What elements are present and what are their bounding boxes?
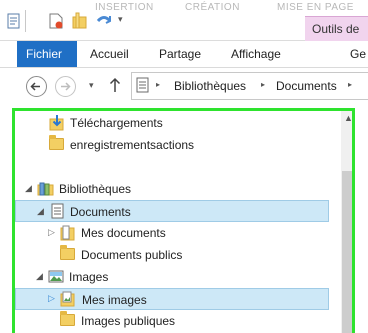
tree-item-label: Bibliothèques bbox=[59, 182, 132, 196]
tree-item-label: Documents bbox=[70, 205, 131, 219]
folder-icon bbox=[49, 135, 64, 150]
library-folder-icon bbox=[37, 181, 55, 202]
scroll-up-arrow-icon[interactable]: ▲ bbox=[344, 113, 352, 123]
tree-item-documents[interactable]: ◢ Documents bbox=[15, 200, 329, 222]
back-button[interactable] bbox=[26, 76, 47, 97]
breadcrumb-separator-icon[interactable]: ▸ bbox=[348, 80, 352, 89]
tab-affichage[interactable]: Affichage bbox=[231, 47, 281, 61]
undo-icon[interactable] bbox=[96, 12, 112, 30]
tree-item-label: Mes images bbox=[82, 293, 147, 307]
expand-arrow-icon[interactable]: ▷ bbox=[48, 293, 55, 304]
collapse-arrow-icon[interactable]: ◢ bbox=[36, 271, 43, 282]
breadcrumb-separator-icon[interactable]: ▸ bbox=[156, 80, 160, 89]
scrollbar-thumb[interactable] bbox=[342, 171, 352, 333]
faint-label-mise-en-page: MISE EN PAGE bbox=[277, 2, 354, 13]
navigation-pane: Téléchargements enregistrementsactions ◢… bbox=[12, 108, 355, 333]
tree-item-mes-documents[interactable]: ▷ Mes documents bbox=[15, 222, 329, 244]
breadcrumb-documents[interactable]: Documents bbox=[276, 79, 337, 93]
tree-item-enregistrementsactions[interactable]: enregistrementsactions bbox=[15, 134, 329, 156]
properties-icon[interactable] bbox=[6, 12, 22, 30]
tree-item-images-publiques[interactable]: Images publiques bbox=[15, 310, 329, 332]
toolbar-divider bbox=[25, 10, 26, 32]
tree-item-label: enregistrementsactions bbox=[70, 138, 195, 152]
pictures-library-icon bbox=[48, 269, 64, 289]
folder-icon bbox=[60, 311, 75, 326]
documents-folder-icon bbox=[60, 225, 76, 246]
tree-item-mes-images[interactable]: ▷ Mes images bbox=[15, 288, 329, 310]
collapse-arrow-icon[interactable]: ◢ bbox=[37, 206, 44, 217]
contextual-tab-outils[interactable]: Outils de bbox=[305, 16, 368, 41]
tree-item-label: Téléchargements bbox=[70, 116, 163, 130]
folder-icon bbox=[60, 245, 75, 260]
tab-accueil[interactable]: Accueil bbox=[90, 47, 129, 61]
tree-item-images[interactable]: ◢ Images bbox=[15, 266, 329, 288]
tree-item-label: Images bbox=[69, 270, 109, 284]
breadcrumb-separator-icon[interactable]: ▸ bbox=[261, 80, 265, 89]
tree-item-documents-publics[interactable]: Documents publics bbox=[15, 244, 329, 266]
expand-arrow-icon[interactable]: ▷ bbox=[48, 227, 55, 238]
collapse-arrow-icon[interactable]: ◢ bbox=[25, 183, 32, 194]
tab-fichier[interactable]: Fichier bbox=[17, 41, 77, 67]
tree-item-bibliotheques[interactable]: ◢ Bibliothèques bbox=[15, 178, 329, 200]
title-bar: INSERTION CRÉATION MISE EN PAGE ▾ Outils… bbox=[0, 0, 368, 41]
quick-access-dropdown-icon[interactable]: ▾ bbox=[118, 14, 123, 25]
faint-label-creation: CRÉATION bbox=[185, 2, 240, 13]
tree-item-label: Mes documents bbox=[81, 226, 166, 240]
tree-item-label: Documents publics bbox=[81, 248, 183, 262]
tree-item-telechargements[interactable]: Téléchargements bbox=[15, 112, 329, 134]
breadcrumb-bibliotheques[interactable]: Bibliothèques bbox=[174, 79, 246, 93]
recent-locations-icon[interactable]: ▾ bbox=[89, 80, 94, 91]
tab-fichier-label: Fichier bbox=[26, 47, 63, 61]
tree-item-label: Images publiques bbox=[81, 314, 176, 328]
up-arrow-icon[interactable] bbox=[108, 76, 122, 99]
pictures-folder-icon bbox=[60, 291, 76, 312]
new-document-icon[interactable] bbox=[48, 12, 64, 30]
contextual-tab-label: Outils de bbox=[312, 22, 360, 36]
library-icon bbox=[136, 77, 150, 99]
tab-partage[interactable]: Partage bbox=[159, 47, 201, 61]
new-folder-icon[interactable] bbox=[72, 12, 88, 30]
address-bar[interactable]: ▸ Bibliothèques ▸ Documents ▸ bbox=[131, 72, 368, 100]
forward-button[interactable] bbox=[55, 76, 76, 97]
tab-gerer[interactable]: Ge bbox=[350, 47, 366, 61]
